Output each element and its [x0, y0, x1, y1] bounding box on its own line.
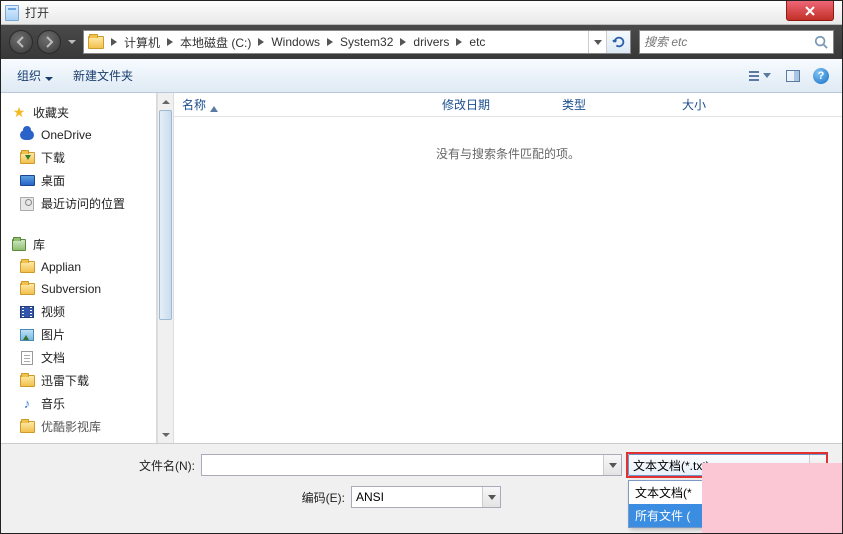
- column-header-name[interactable]: 名称: [174, 93, 434, 116]
- file-list-pane: 名称 修改日期 类型 大小 没有与搜索条件匹配的项。: [174, 93, 842, 443]
- search-input[interactable]: [640, 35, 809, 49]
- address-dropdown[interactable]: [588, 31, 606, 53]
- scroll-down-button[interactable]: [158, 426, 173, 443]
- sidebar-item-downloads[interactable]: 下载: [1, 146, 156, 169]
- encoding-combobox[interactable]: ANSI: [351, 486, 501, 508]
- chevron-down-icon: [763, 73, 771, 78]
- recent-places-icon: [19, 196, 35, 212]
- preview-pane-button[interactable]: [780, 64, 806, 88]
- breadcrumb-system32[interactable]: System32: [336, 31, 397, 53]
- empty-results-message: 没有与搜索条件匹配的项。: [174, 117, 842, 162]
- library-icon: [11, 237, 27, 253]
- sidebar-libraries-header[interactable]: 库: [1, 233, 156, 256]
- view-options-button[interactable]: [742, 64, 778, 88]
- chevron-right-icon[interactable]: [108, 31, 120, 53]
- libraries-label: 库: [33, 236, 45, 253]
- encoding-value: ANSI: [356, 490, 482, 504]
- pictures-icon: [19, 327, 35, 343]
- folder-icon: [19, 281, 35, 297]
- sort-asc-icon: [210, 101, 218, 109]
- toolbar: 组织 新建文件夹 ?: [1, 59, 842, 93]
- titlebar: 打开: [1, 1, 842, 25]
- downloads-folder-icon: [19, 150, 35, 166]
- scroll-up-button[interactable]: [158, 93, 173, 110]
- sidebar-item-recent[interactable]: 最近访问的位置: [1, 192, 156, 215]
- refresh-button[interactable]: [606, 31, 630, 53]
- list-view-icon: [749, 71, 759, 81]
- open-dialog-window: 打开 计算机 本地磁盘 (C:) Windows System32 driver…: [0, 0, 843, 534]
- cloud-icon: [19, 127, 35, 143]
- bottom-panel: 文件名(N): 文本文档(*.txt) 编码(E): ANSI 文本文档(* 所…: [1, 443, 842, 533]
- column-headers: 名称 修改日期 类型 大小: [174, 93, 842, 117]
- sidebar-item-pictures[interactable]: 图片: [1, 323, 156, 346]
- encoding-label: 编码(E):: [15, 489, 345, 506]
- folder-icon: [19, 373, 35, 389]
- column-header-size[interactable]: 大小: [674, 93, 754, 116]
- annotation-overlay: [702, 463, 842, 533]
- filename-label: 文件名(N):: [15, 457, 195, 474]
- folder-icon: [19, 259, 35, 275]
- close-icon: [804, 5, 816, 17]
- chevron-right-icon[interactable]: [255, 31, 267, 53]
- breadcrumb-computer[interactable]: 计算机: [120, 31, 164, 53]
- breadcrumb-drive-c[interactable]: 本地磁盘 (C:): [176, 31, 255, 53]
- notepad-icon: [5, 5, 19, 21]
- help-icon: ?: [813, 68, 829, 84]
- music-icon: ♪: [19, 396, 35, 412]
- column-header-date[interactable]: 修改日期: [434, 93, 554, 116]
- favorites-label: 收藏夹: [33, 104, 69, 121]
- filename-input[interactable]: [202, 458, 603, 472]
- sidebar-item-documents[interactable]: 文档: [1, 346, 156, 369]
- chevron-right-icon[interactable]: [164, 31, 176, 53]
- refresh-icon: [612, 35, 626, 49]
- help-button[interactable]: ?: [808, 64, 834, 88]
- new-folder-button[interactable]: 新建文件夹: [65, 63, 141, 88]
- close-button[interactable]: [786, 1, 834, 21]
- sidebar-scrollbar[interactable]: [157, 93, 174, 443]
- navigation-bar: 计算机 本地磁盘 (C:) Windows System32 drivers e…: [1, 25, 842, 59]
- sidebar-item-thunder[interactable]: 迅雷下载: [1, 369, 156, 392]
- window-title: 打开: [25, 4, 49, 21]
- dialog-body: ★ 收藏夹 OneDrive 下载 桌面 最近访问的位置: [1, 93, 842, 443]
- chevron-right-icon[interactable]: [397, 31, 409, 53]
- filename-combobox[interactable]: [201, 454, 622, 476]
- back-button[interactable]: [9, 30, 33, 54]
- address-bar[interactable]: 计算机 本地磁盘 (C:) Windows System32 drivers e…: [83, 30, 631, 54]
- chevron-right-icon[interactable]: [453, 31, 465, 53]
- navigation-sidebar: ★ 收藏夹 OneDrive 下载 桌面 最近访问的位置: [1, 93, 157, 443]
- nav-history-dropdown[interactable]: [65, 30, 79, 54]
- sidebar-item-desktop[interactable]: 桌面: [1, 169, 156, 192]
- search-icon[interactable]: [809, 35, 833, 49]
- star-icon: ★: [11, 105, 27, 121]
- forward-button[interactable]: [37, 30, 61, 54]
- preview-pane-icon: [786, 70, 800, 82]
- sidebar-item-music[interactable]: ♪ 音乐: [1, 392, 156, 415]
- sidebar-item-youku[interactable]: 优酷影视库: [1, 415, 156, 438]
- desktop-icon: [19, 173, 35, 189]
- breadcrumb-drivers[interactable]: drivers: [409, 31, 453, 53]
- sidebar-item-applian[interactable]: Applian: [1, 256, 156, 278]
- organize-label: 组织: [17, 67, 41, 84]
- video-icon: [19, 304, 35, 320]
- breadcrumb-etc[interactable]: etc: [465, 31, 489, 53]
- folder-icon: [86, 32, 106, 52]
- filename-dropdown-button[interactable]: [603, 455, 621, 475]
- search-box[interactable]: [639, 30, 834, 54]
- sidebar-item-videos[interactable]: 视频: [1, 300, 156, 323]
- folder-icon: [19, 419, 35, 435]
- chevron-right-icon[interactable]: [324, 31, 336, 53]
- sidebar-favorites-header[interactable]: ★ 收藏夹: [1, 101, 156, 124]
- scrollbar-thumb[interactable]: [159, 110, 172, 320]
- document-icon: [19, 350, 35, 366]
- sidebar-item-onedrive[interactable]: OneDrive: [1, 124, 156, 146]
- organize-button[interactable]: 组织: [9, 63, 61, 88]
- encoding-dropdown-button[interactable]: [482, 487, 500, 507]
- chevron-down-icon: [45, 72, 53, 80]
- breadcrumb-windows[interactable]: Windows: [267, 31, 324, 53]
- new-folder-label: 新建文件夹: [73, 67, 133, 84]
- column-header-type[interactable]: 类型: [554, 93, 674, 116]
- sidebar-item-subversion[interactable]: Subversion: [1, 278, 156, 300]
